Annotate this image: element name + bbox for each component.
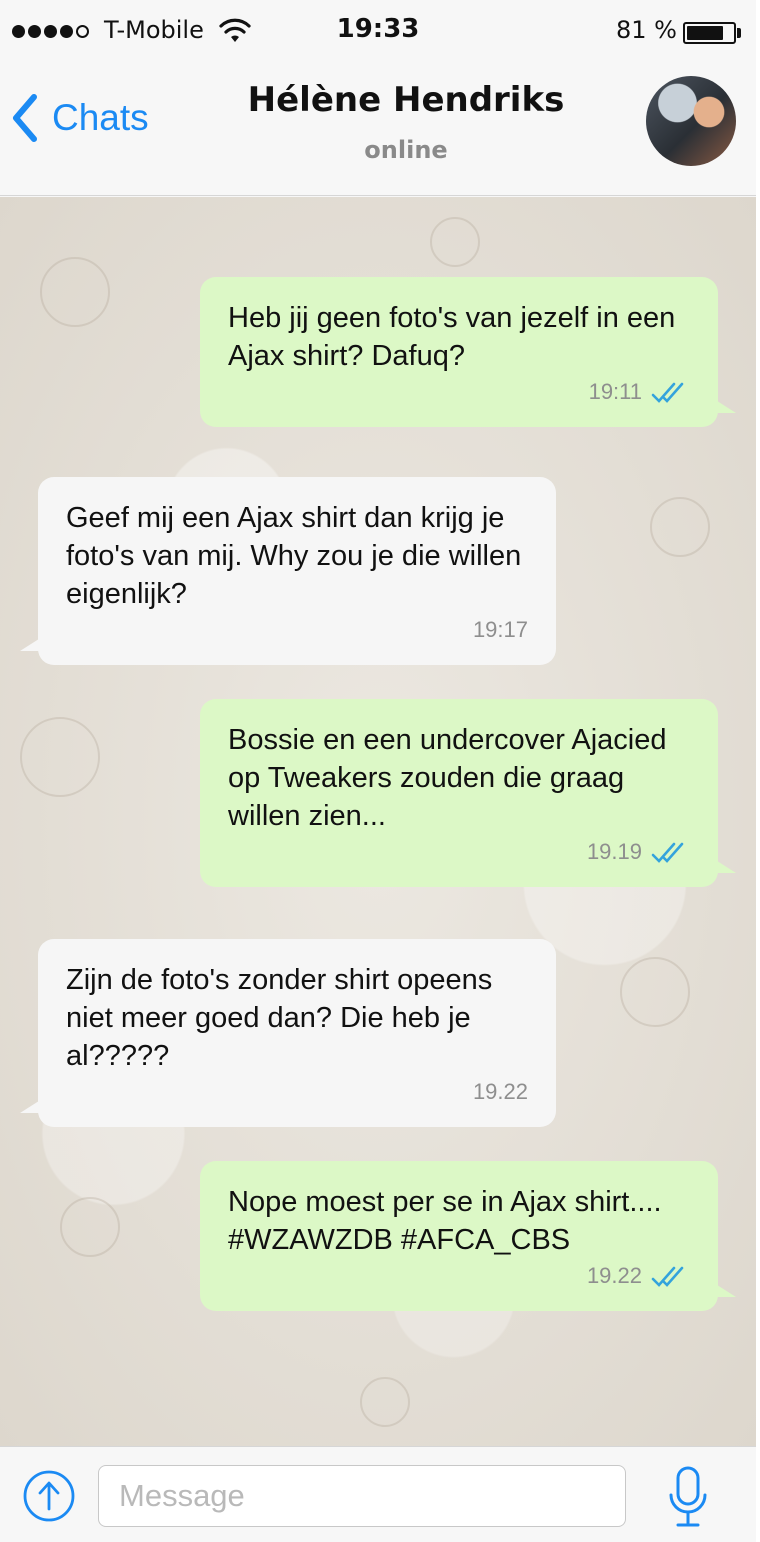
contact-status: online [364, 136, 448, 164]
message-time: 19:17 [472, 617, 528, 642]
wallpaper-doodle [40, 257, 110, 327]
message-bubble-outgoing[interactable]: Nope moest per se in Ajax shirt.... #WZA… [200, 1161, 736, 1311]
message-list[interactable]: Heb jij geen foto's van jezelf in een Aj… [0, 197, 756, 1446]
wallpaper-doodle [360, 1377, 410, 1427]
wallpaper-doodle [650, 497, 710, 557]
message-meta: 19.22 [66, 1077, 528, 1107]
message-input[interactable] [98, 1465, 626, 1527]
upload-circle-icon[interactable] [22, 1469, 76, 1523]
wallpaper-doodle [60, 1197, 120, 1257]
chat-header: Chats Hélène Hendriks online [0, 62, 756, 196]
message-text: Zijn de foto's zonder shirt opeens niet … [66, 964, 493, 1072]
double-check-icon [651, 382, 684, 403]
message-meta: 19.22 [228, 1261, 690, 1291]
message-meta: 19.19 [228, 837, 690, 867]
double-check-icon [651, 1266, 684, 1287]
message-time: 19.22 [472, 1079, 528, 1104]
battery-level [687, 26, 724, 40]
message-text: Nope moest per se in Ajax shirt.... #WZA… [228, 1186, 662, 1256]
wallpaper-doodle [20, 717, 100, 797]
battery-percent: 81 % [616, 16, 677, 44]
message-bubble-incoming[interactable]: Geef mij een Ajax shirt dan krijg je fot… [20, 477, 556, 665]
message-bubble-outgoing[interactable]: Bossie en een undercover Ajacied op Twea… [200, 699, 736, 887]
message-text: Bossie en een undercover Ajacied op Twea… [228, 724, 667, 832]
phone-screen: T-Mobile 19:33 81 % Chats Hélène Hendrik… [0, 0, 756, 1542]
message-text: Geef mij een Ajax shirt dan krijg je fot… [66, 502, 522, 610]
message-bubble-incoming[interactable]: Zijn de foto's zonder shirt opeens niet … [20, 939, 556, 1127]
message-meta: 19:11 [228, 377, 690, 407]
microphone-icon[interactable] [664, 1465, 712, 1529]
message-text: Heb jij geen foto's van jezelf in een Aj… [228, 302, 676, 372]
message-time: 19:11 [588, 379, 642, 404]
message-time: 19.19 [586, 839, 642, 864]
message-meta: 19:17 [66, 615, 528, 645]
contact-avatar[interactable] [646, 76, 736, 166]
message-time: 19.22 [586, 1263, 642, 1288]
message-bubble-outgoing[interactable]: Heb jij geen foto's van jezelf in een Aj… [200, 277, 736, 427]
battery-tip [737, 28, 741, 38]
wallpaper-doodle [620, 957, 690, 1027]
wallpaper-doodle [430, 217, 480, 267]
composer-bar [0, 1446, 756, 1542]
battery-icon [683, 22, 736, 44]
double-check-icon [651, 842, 684, 863]
status-bar: T-Mobile 19:33 81 % [0, 0, 756, 62]
